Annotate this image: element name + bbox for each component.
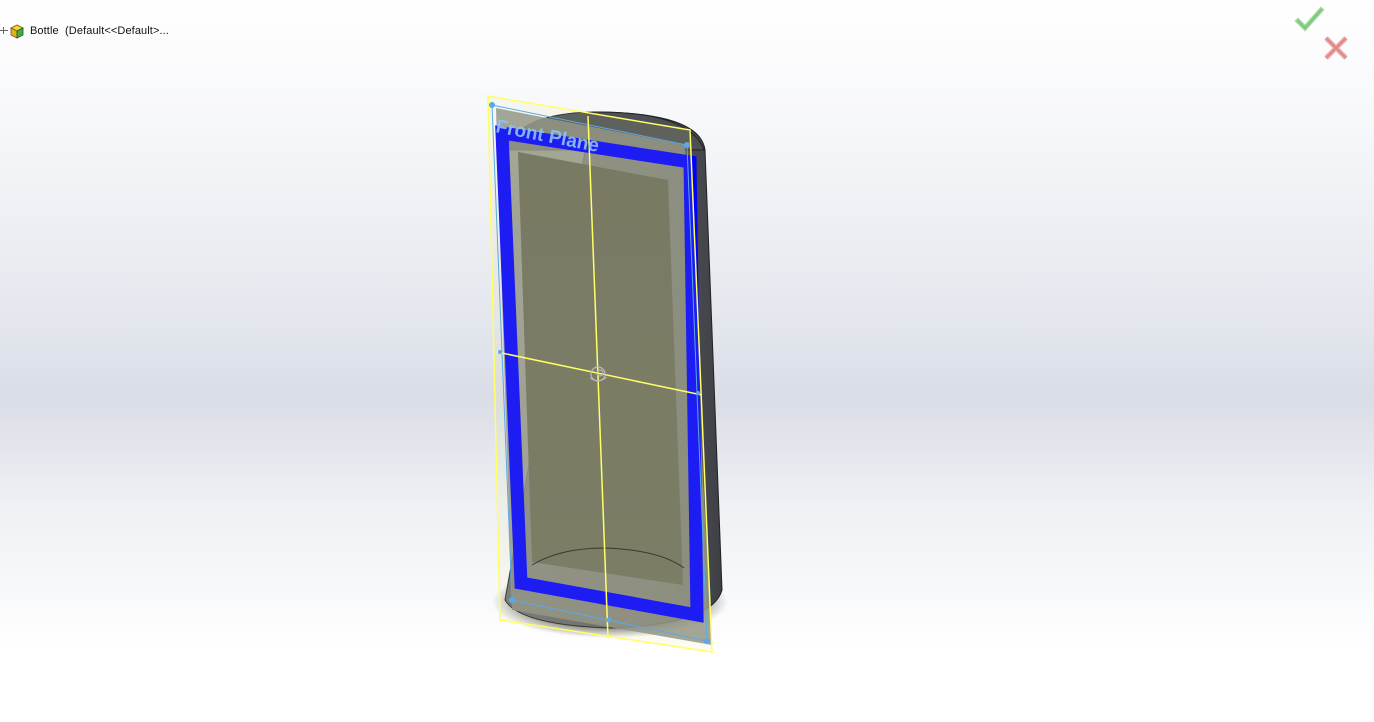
- plane-handle[interactable]: [696, 391, 700, 395]
- confirmation-corner: [1294, 4, 1354, 66]
- graphics-viewport[interactable]: Front Plane: [0, 0, 1374, 722]
- plane-handle[interactable]: [704, 638, 710, 644]
- feature-tree-root[interactable]: Bottle (Default<<Default>...: [0, 22, 169, 40]
- front-plane[interactable]: Front Plane: [487, 95, 713, 653]
- plane-handle[interactable]: [498, 350, 502, 354]
- plane-handle[interactable]: [509, 597, 515, 603]
- part-name-label[interactable]: Bottle (Default<<Default>...: [30, 25, 169, 37]
- part-icon: [10, 24, 24, 39]
- plane-handle[interactable]: [606, 617, 612, 623]
- plane-handle[interactable]: [489, 102, 495, 108]
- plane-handle[interactable]: [684, 142, 690, 148]
- cancel-button[interactable]: [1320, 32, 1352, 64]
- close-icon: [1324, 36, 1348, 60]
- expand-toggle-icon[interactable]: [0, 22, 8, 40]
